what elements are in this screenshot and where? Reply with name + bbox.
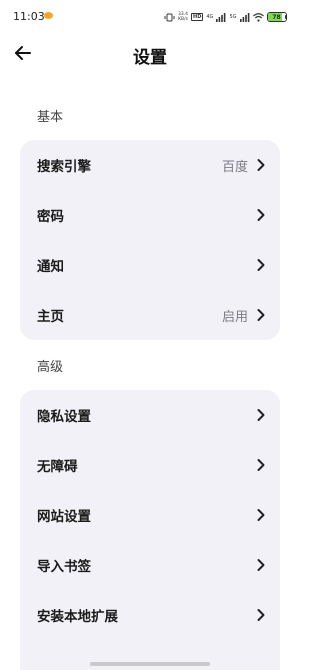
- settings-item-site-settings[interactable]: 网站设置: [20, 490, 280, 540]
- settings-item-label: 安装本地扩展: [37, 609, 118, 625]
- settings-item-search-engine[interactable]: 搜索引擎 百度: [20, 140, 280, 190]
- chevron-right-icon: [257, 509, 265, 521]
- network-type-2: 5G: [229, 14, 237, 20]
- chevron-right-icon: [257, 609, 265, 621]
- vibrate-icon: [164, 13, 175, 21]
- page-title: 设置: [133, 48, 167, 68]
- chevron-right-icon: [257, 559, 265, 571]
- network-type-1: 4G: [206, 14, 214, 20]
- chevron-right-icon: [257, 309, 265, 321]
- battery-level: 78: [272, 13, 281, 21]
- settings-item-label: 主页: [37, 309, 64, 325]
- settings-item-notifications[interactable]: 通知: [20, 240, 280, 290]
- settings-item-label: 导入书签: [37, 559, 91, 575]
- settings-item-label: 密码: [37, 209, 64, 225]
- settings-item-install-local-extension[interactable]: 安装本地扩展: [20, 590, 280, 640]
- weibo-notification-icon: [44, 12, 53, 19]
- status-bar: 11:03 33.4 KB/s HD 4G 5G 78: [0, 0, 300, 34]
- app-header: 设置: [0, 34, 300, 74]
- signal-icon: [216, 12, 226, 22]
- settings-item-import-bookmarks[interactable]: 导入书签: [20, 540, 280, 590]
- settings-item-label: 无障碍: [37, 459, 78, 475]
- chevron-right-icon: [257, 459, 265, 471]
- settings-item-passwords[interactable]: 密码: [20, 190, 280, 240]
- settings-card-advanced: 隐私设置 无障碍 网站设置 导入书签 安装本地扩展: [20, 390, 280, 670]
- battery-icon: 78: [266, 12, 287, 22]
- settings-item-label: 网站设置: [37, 509, 91, 525]
- settings-item-label: 通知: [37, 259, 64, 275]
- chevron-right-icon: [257, 259, 265, 271]
- settings-card-basic: 搜索引擎 百度 密码 通知 主页 启用: [20, 140, 280, 340]
- network-speed: 33.4 KB/s: [178, 12, 189, 22]
- section-header-basic: 基本: [37, 110, 64, 125]
- signal-icon-2: [239, 12, 249, 22]
- status-time: 11:03: [13, 10, 45, 23]
- wifi-icon: [252, 12, 264, 22]
- chevron-right-icon: [257, 409, 265, 421]
- section-header-advanced: 高级: [37, 360, 64, 375]
- chevron-right-icon: [257, 209, 265, 221]
- settings-item-value: 百度: [221, 159, 248, 175]
- settings-item-label: 搜索引擎: [37, 159, 91, 175]
- settings-item-value: 启用: [221, 309, 248, 325]
- status-icons: 33.4 KB/s HD 4G 5G 78: [164, 10, 287, 24]
- settings-item-homepage[interactable]: 主页 启用: [20, 290, 280, 340]
- hd-label: HD: [191, 13, 204, 21]
- settings-item-privacy[interactable]: 隐私设置: [20, 390, 280, 440]
- chevron-right-icon: [257, 159, 265, 171]
- home-indicator[interactable]: [90, 662, 210, 666]
- settings-item-label: 隐私设置: [37, 409, 91, 425]
- settings-item-accessibility[interactable]: 无障碍: [20, 440, 280, 490]
